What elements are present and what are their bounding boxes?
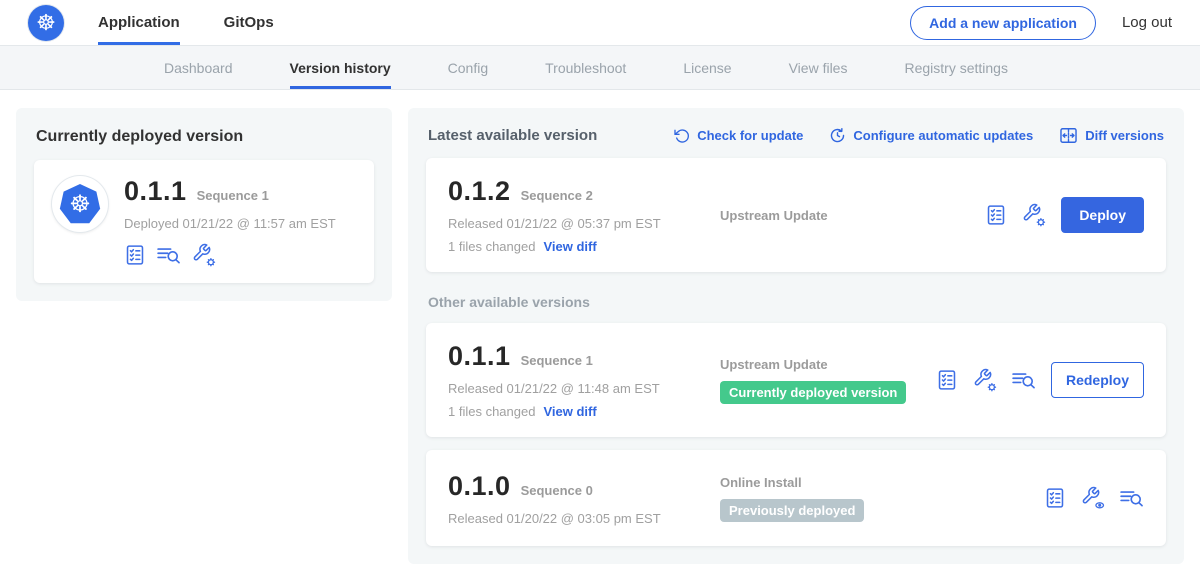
view-diff-link[interactable]: View diff [543,404,596,419]
deployed-version-info: 0.1.1 Sequence 1 Deployed 01/21/22 @ 11:… [124,176,336,267]
released-timestamp: Released 01/20/22 @ 03:05 pm EST [448,511,706,526]
version-sequence: Sequence 2 [521,188,593,203]
top-tabs: Application GitOps [98,0,274,45]
top-navigation-bar: ☸ Application GitOps Add a new applicati… [0,0,1200,46]
version-actions: Redeploy [936,362,1144,398]
helm-wheel-glyph: ☸ [36,12,56,34]
deploy-button[interactable]: Deploy [1061,197,1144,233]
version-info: 0.1.1 Sequence 1 Released 01/21/22 @ 11:… [448,341,706,419]
subnav-view-files[interactable]: View files [789,46,848,89]
update-actions: Check for update Configure automatic upd… [674,126,1164,145]
available-versions-header: Latest available version Check for updat… [426,124,1166,145]
version-actions [1044,486,1144,510]
currently-deployed-panel: Currently deployed version ☸ 0.1.1 Seque… [16,108,392,301]
released-timestamp: Released 01/21/22 @ 05:37 pm EST [448,216,706,231]
config-wrench-gear-icon[interactable] [1022,203,1046,227]
diff-versions-label: Diff versions [1085,128,1164,143]
diff-icon [1059,126,1078,145]
clock-arrow-icon [829,127,846,144]
check-for-update-label: Check for update [697,128,803,143]
preflight-checklist-icon[interactable] [936,369,958,391]
subnav-registry-settings[interactable]: Registry settings [904,46,1007,89]
config-wrench-gear-icon[interactable] [973,368,997,392]
redeploy-button[interactable]: Redeploy [1051,362,1144,398]
released-timestamp: Released 01/21/22 @ 11:48 am EST [448,381,706,396]
version-card-0-1-0: 0.1.0 Sequence 0 Released 01/20/22 @ 03:… [426,450,1166,546]
deployed-timestamp: Deployed 01/21/22 @ 11:57 am EST [124,216,336,231]
deploy-logs-icon[interactable] [157,244,181,266]
version-number: 0.1.0 [448,471,511,502]
app-subnav: Dashboard Version history Config Trouble… [0,46,1200,90]
currently-deployed-badge: Currently deployed version [720,381,906,404]
version-card-0-1-1: 0.1.1 Sequence 1 Released 01/21/22 @ 11:… [426,323,1166,437]
version-source: Online Install [720,475,1044,490]
deploy-logs-icon[interactable] [1012,369,1036,391]
latest-available-title: Latest available version [428,127,597,144]
files-changed-label: 1 files changed [448,239,535,254]
subnav-troubleshoot[interactable]: Troubleshoot [545,46,626,89]
topbar-right: Add a new application Log out [910,0,1172,45]
helm-wheel-glyph: ☸ [69,193,91,217]
kubernetes-logo-icon: ☸ [28,5,64,41]
add-new-application-button[interactable]: Add a new application [910,6,1096,40]
subnav-config[interactable]: Config [448,46,488,89]
version-actions: Deploy [985,197,1144,233]
version-number: 0.1.2 [448,176,511,207]
files-changed-label: 1 files changed [448,404,535,419]
subnav-dashboard[interactable]: Dashboard [164,46,233,89]
version-info: 0.1.2 Sequence 2 Released 01/21/22 @ 05:… [448,176,706,254]
subnav-license[interactable]: License [683,46,731,89]
deployed-version-number: 0.1.1 [124,176,187,207]
version-source-column: Online Install Previously deployed [706,475,1044,522]
version-source: Upstream Update [720,357,936,372]
logout-button[interactable]: Log out [1122,14,1172,31]
other-available-versions-title: Other available versions [428,294,1164,310]
version-source-column: Upstream Update [706,208,985,223]
version-info: 0.1.0 Sequence 0 Released 01/20/22 @ 03:… [448,471,706,526]
view-diff-link[interactable]: View diff [543,239,596,254]
version-number: 0.1.1 [448,341,511,372]
deployed-version-actions [124,243,336,267]
configure-automatic-updates-label: Configure automatic updates [853,128,1033,143]
version-card-0-1-2: 0.1.2 Sequence 2 Released 01/21/22 @ 05:… [426,158,1166,272]
diff-versions-link[interactable]: Diff versions [1059,126,1164,145]
deployed-version-sequence: Sequence 1 [197,188,269,203]
app-logo[interactable]: ☸ [28,0,64,45]
tab-application[interactable]: Application [98,0,180,45]
preflight-checklist-icon[interactable] [985,204,1007,226]
app-version-logo: ☸ [52,176,108,232]
deploy-logs-icon[interactable] [1120,487,1144,509]
previously-deployed-badge: Previously deployed [720,499,864,522]
available-versions-panel: Latest available version Check for updat… [408,108,1184,564]
deployed-panel-title: Currently deployed version [34,124,374,146]
version-history-page: Currently deployed version ☸ 0.1.1 Seque… [0,90,1200,564]
version-sequence: Sequence 0 [521,483,593,498]
configure-automatic-updates-link[interactable]: Configure automatic updates [829,126,1033,145]
subnav-version-history[interactable]: Version history [290,46,391,89]
version-source-column: Upstream Update Currently deployed versi… [706,357,936,404]
deployed-version-card: ☸ 0.1.1 Sequence 1 Deployed 01/21/22 @ 1… [34,160,374,283]
config-wrench-eye-icon[interactable] [1081,486,1105,510]
preflight-checklist-icon[interactable] [124,244,146,266]
kubernetes-logo-icon: ☸ [59,184,101,224]
version-source: Upstream Update [720,208,985,223]
tab-gitops[interactable]: GitOps [224,0,274,45]
check-for-update-link[interactable]: Check for update [674,126,803,145]
preflight-checklist-icon[interactable] [1044,487,1066,509]
config-wrench-gear-icon[interactable] [192,243,216,267]
refresh-icon [674,128,690,144]
version-sequence: Sequence 1 [521,353,593,368]
